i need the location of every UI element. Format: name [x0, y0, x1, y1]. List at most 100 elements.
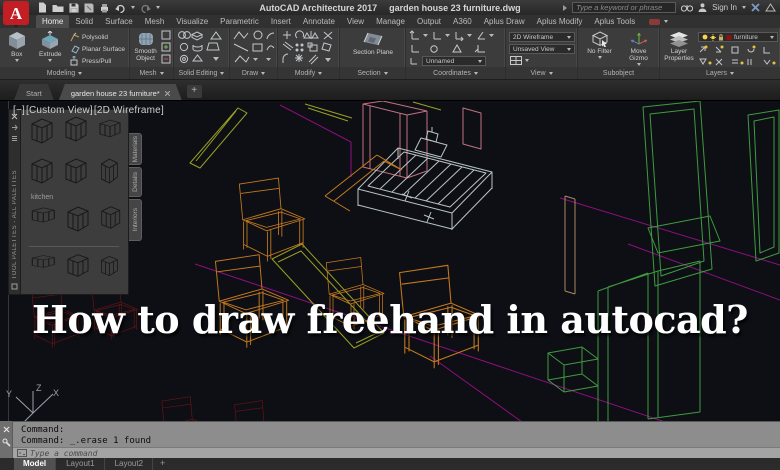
modify-icon-grid[interactable]	[281, 30, 337, 66]
planar-surface-button[interactable]: Planar Surface	[70, 43, 127, 55]
ribbon-tab-insert[interactable]: Insert	[265, 15, 297, 28]
communication-center-icon[interactable]	[765, 3, 776, 12]
move-gizmo-dropdown-icon[interactable]	[637, 63, 641, 66]
mesh-tools-icon-column[interactable]	[161, 30, 171, 66]
no-filter-dropdown-icon[interactable]	[598, 56, 602, 59]
panel-label-modify[interactable]: Modify	[278, 67, 339, 79]
ucs-name-dropdown[interactable]: Unnamed	[422, 56, 486, 66]
panel-label-section[interactable]: Section	[340, 67, 405, 79]
extrude-dropdown-icon[interactable]	[48, 59, 52, 62]
press-pull-button[interactable]: Press/Pull	[70, 55, 127, 67]
ribbon-tab-parametric[interactable]: Parametric	[214, 15, 265, 28]
panel-label-coordinates[interactable]: Coordinates	[406, 67, 505, 79]
ribbon-tab-annotate[interactable]: Annotate	[297, 15, 341, 28]
ribbon-tab-aplus-tools[interactable]: Aplus Tools	[588, 15, 641, 28]
layer-tools-row-1[interactable]	[698, 44, 778, 54]
ribbon-tab-view[interactable]: View	[341, 15, 370, 28]
palette-kitchen-icons[interactable]	[21, 110, 127, 192]
ribbon-tab-aplus-draw[interactable]: Aplus Draw	[478, 15, 531, 28]
smooth-object-button[interactable]: Smooth Object	[133, 30, 158, 62]
panel-label-modeling[interactable]: Modeling	[0, 67, 129, 79]
ribbon-tab-aplus-modify[interactable]: Aplus Modify	[531, 15, 589, 28]
new-file-icon[interactable]	[38, 2, 47, 13]
panel-label-mesh[interactable]: Mesh	[130, 67, 173, 79]
ribbon-tab-mesh[interactable]: Mesh	[139, 15, 171, 28]
layer-properties-button[interactable]: Layer Properties	[663, 30, 695, 62]
coordinates-icon-row-2[interactable]	[409, 43, 501, 54]
viewport-visual-style-control[interactable]: [2D Wireframe]	[94, 105, 164, 116]
panel-label-subobject[interactable]: Subobject	[578, 67, 659, 79]
save-icon[interactable]	[69, 3, 79, 13]
exchange-apps-icon[interactable]	[751, 3, 760, 12]
panel-label-layers[interactable]: Layers	[660, 67, 780, 79]
palette-more-icons[interactable]	[21, 202, 127, 288]
undo-dropdown-icon[interactable]	[131, 6, 135, 9]
layout-tab-model[interactable]: Model	[14, 458, 56, 470]
sign-in-button[interactable]: Sign In	[712, 3, 737, 12]
layout-tab-layout1[interactable]: Layout1	[57, 458, 104, 470]
visual-style-dropdown[interactable]: 2D Wireframe	[509, 32, 575, 42]
command-customize-wrench-icon[interactable]	[2, 438, 11, 447]
search-input[interactable]	[572, 2, 676, 13]
section-plane-button[interactable]: Section Plane	[352, 30, 394, 56]
file-tab-document[interactable]: garden house 23 furniture*	[59, 84, 182, 100]
extrude-button[interactable]: Extrude	[34, 30, 67, 62]
command-prompt-icon	[17, 449, 27, 457]
panel-label-view[interactable]: View	[506, 67, 577, 79]
viewport-config-dropdown-icon[interactable]	[525, 59, 529, 62]
open-icon[interactable]	[52, 3, 64, 13]
move-gizmo-button[interactable]: Move Gizmo	[621, 30, 657, 66]
panel-label-draw[interactable]: Draw	[230, 67, 277, 79]
save-as-icon[interactable]	[84, 3, 94, 13]
panel-label-solid-editing[interactable]: Solid Editing	[174, 67, 229, 79]
undo-icon[interactable]	[115, 3, 126, 13]
palette-tab-details[interactable]: Details	[129, 167, 142, 197]
redo-icon[interactable]	[140, 3, 151, 13]
new-file-tab-button[interactable]: +	[187, 85, 202, 98]
viewport-view-control[interactable]: [Custom View]	[26, 105, 93, 116]
file-tab-start[interactable]: Start	[14, 84, 54, 100]
ribbon-tab-home[interactable]: Home	[36, 15, 69, 28]
ribbon-tab-manage[interactable]: Manage	[370, 15, 411, 28]
layout-tab-layout2[interactable]: Layout2	[106, 458, 153, 470]
section-plane-icon	[362, 31, 384, 48]
layer-dropdown[interactable]: furniture	[698, 32, 778, 42]
search-binoculars-icon[interactable]	[681, 3, 693, 12]
no-filter-button[interactable]: No Filter	[582, 30, 618, 59]
svg-text:X: X	[53, 388, 59, 398]
palette-autohide-icon[interactable]	[11, 124, 18, 131]
app-menu-button[interactable]: A	[3, 1, 31, 27]
viewport-menu-control[interactable]: [−]	[13, 105, 25, 116]
named-view-dropdown[interactable]: Unsaved View	[509, 44, 575, 54]
file-tab-close-icon[interactable]	[165, 91, 170, 96]
palette-tab-interiors[interactable]: Interiors	[129, 199, 142, 241]
tan-frame-lines	[565, 196, 575, 294]
plot-icon[interactable]	[99, 3, 110, 13]
ribbon-tab-surface[interactable]: Surface	[99, 15, 139, 28]
viewport-config-icon[interactable]	[510, 56, 522, 65]
ribbon-extra-dropdown-icon[interactable]	[664, 20, 668, 23]
palette-tab-materials[interactable]: Materials	[129, 133, 142, 165]
new-layout-button[interactable]: +	[154, 458, 171, 470]
ribbon-tab-visualize[interactable]: Visualize	[170, 15, 214, 28]
ribbon-tab-solid[interactable]: Solid	[69, 15, 99, 28]
titlebar: AutoCAD Architecture 2017garden house 23…	[0, 0, 780, 15]
box-button[interactable]: Box	[3, 30, 31, 62]
sign-in-dropdown-icon[interactable]	[742, 6, 746, 9]
qat-menu-icon[interactable]	[156, 6, 160, 9]
command-input[interactable]	[30, 449, 780, 458]
polysolid-button[interactable]: Polysolid	[70, 31, 127, 43]
infocenter-arrow-icon[interactable]	[563, 5, 567, 11]
palette-menu-icon[interactable]	[11, 283, 18, 290]
box-dropdown-icon[interactable]	[15, 59, 19, 62]
ribbon-tab-a360[interactable]: A360	[447, 15, 478, 28]
command-close-icon[interactable]	[3, 426, 10, 433]
ribbon-tab-output[interactable]: Output	[411, 15, 447, 28]
solid-editing-icon-grid[interactable]	[177, 30, 227, 66]
palette-properties-icon[interactable]	[11, 135, 18, 142]
layer-tools-row-2[interactable]	[698, 56, 778, 66]
draw-icon-grid[interactable]	[233, 30, 275, 66]
coordinates-icon-row-1[interactable]	[409, 30, 501, 41]
ribbon-extra-tool-icon[interactable]	[649, 18, 661, 26]
drawing-area[interactable]: Y Z X [−][Custom View][2D Wireframe] TOO…	[0, 100, 780, 421]
